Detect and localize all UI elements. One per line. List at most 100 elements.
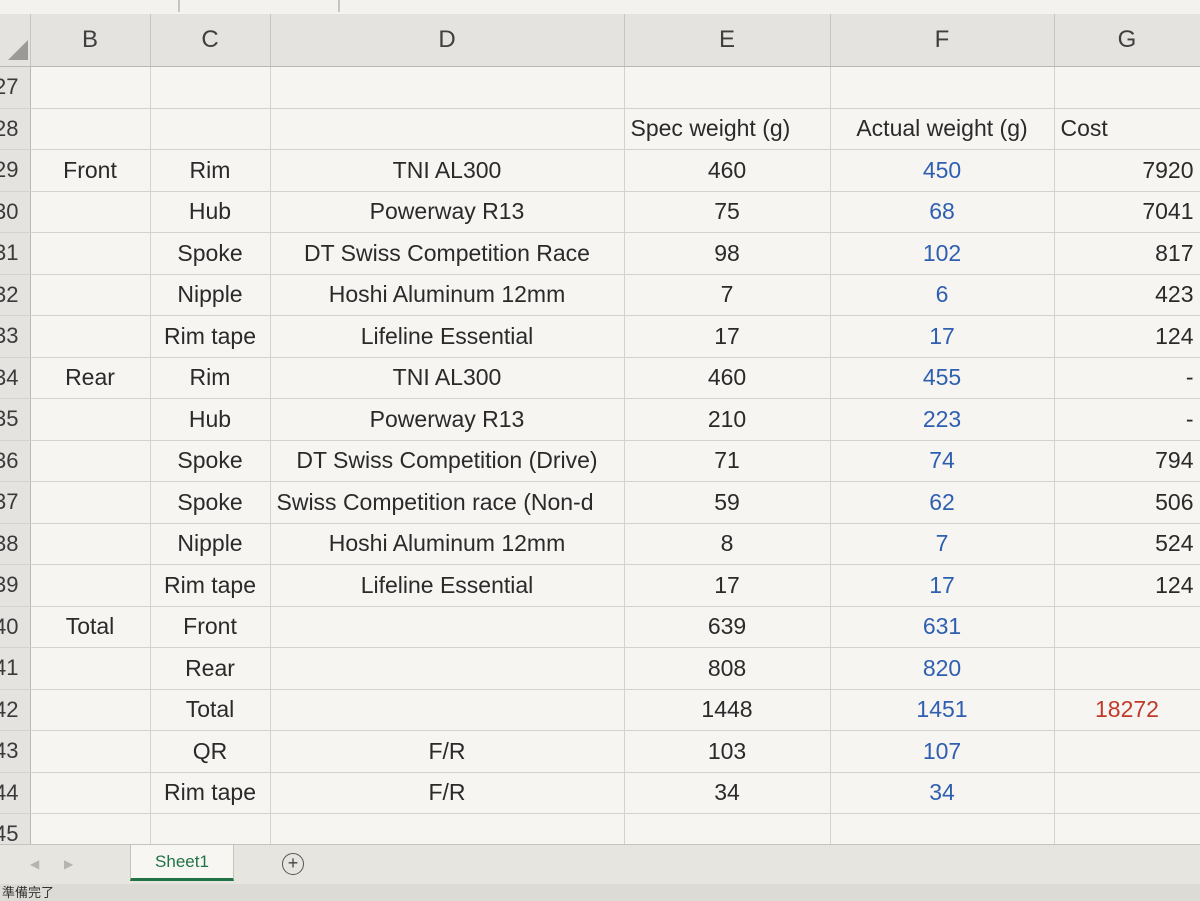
row-header[interactable]: 28 xyxy=(0,108,31,150)
row-header[interactable]: 34 xyxy=(0,357,31,399)
column-header-b[interactable]: B xyxy=(30,14,151,67)
cell-g[interactable] xyxy=(1054,730,1200,773)
cell-e[interactable]: 639 xyxy=(624,606,831,648)
cell-e[interactable]: 808 xyxy=(624,647,831,690)
cell-e[interactable]: 460 xyxy=(624,357,831,399)
row-header[interactable]: 27 xyxy=(0,66,31,109)
cell-b[interactable] xyxy=(30,772,151,814)
row-header[interactable]: 39 xyxy=(0,564,31,607)
cell-c[interactable]: Rim xyxy=(150,357,271,399)
cell-b[interactable] xyxy=(30,689,151,731)
cell-c[interactable]: Rim tape xyxy=(150,315,271,358)
cell-g[interactable]: 7920 xyxy=(1054,149,1200,192)
cell-e[interactable]: 103 xyxy=(624,730,831,773)
cell-f[interactable]: 631 xyxy=(830,606,1055,648)
cell-e[interactable]: 71 xyxy=(624,440,831,482)
cell-g[interactable]: 124 xyxy=(1054,315,1200,358)
cell-g[interactable]: Cost xyxy=(1054,108,1200,150)
cell-d[interactable]: Hoshi Aluminum 12mm xyxy=(270,523,625,565)
cell-d[interactable]: Lifeline Essential xyxy=(270,315,625,358)
next-sheet-icon[interactable]: ▶ xyxy=(64,857,73,871)
sheet-tab-sheet1[interactable]: Sheet1 xyxy=(130,845,234,881)
row-header[interactable]: 36 xyxy=(0,440,31,482)
cell-c[interactable]: Nipple xyxy=(150,274,271,316)
cell-f[interactable]: 223 xyxy=(830,398,1055,441)
cell-f[interactable]: 68 xyxy=(830,191,1055,233)
cell-e[interactable]: 34 xyxy=(624,772,831,814)
cell-f[interactable]: 17 xyxy=(830,564,1055,607)
cell-b[interactable] xyxy=(30,315,151,358)
row-header[interactable]: 29 xyxy=(0,149,31,192)
row-header[interactable]: 38 xyxy=(0,523,31,565)
cell-d[interactable]: Powerway R13 xyxy=(270,191,625,233)
cell-f[interactable]: 17 xyxy=(830,315,1055,358)
cell-f[interactable]: 820 xyxy=(830,647,1055,690)
cell-d[interactable]: TNI AL300 xyxy=(270,149,625,192)
cell-d[interactable] xyxy=(270,108,625,150)
cell-d[interactable]: DT Swiss Competition (Drive) xyxy=(270,440,625,482)
cell-g[interactable]: 817 xyxy=(1054,232,1200,275)
cell-d[interactable] xyxy=(270,647,625,690)
cell-e[interactable]: 460 xyxy=(624,149,831,192)
row-header[interactable]: 37 xyxy=(0,481,31,524)
cell-f[interactable]: 74 xyxy=(830,440,1055,482)
cell-b[interactable] xyxy=(30,440,151,482)
cell-d[interactable]: Powerway R13 xyxy=(270,398,625,441)
cell-f[interactable]: 450 xyxy=(830,149,1055,192)
cell-b[interactable] xyxy=(30,232,151,275)
cell-b[interactable] xyxy=(30,730,151,773)
column-header-d[interactable]: D xyxy=(270,14,625,67)
cell-b[interactable] xyxy=(30,274,151,316)
cell-f[interactable]: 34 xyxy=(830,772,1055,814)
cell-f[interactable]: Actual weight (g) xyxy=(830,108,1055,150)
cell-e[interactable]: 8 xyxy=(624,523,831,565)
cell-f[interactable]: 455 xyxy=(830,357,1055,399)
select-all-corner[interactable] xyxy=(0,14,31,67)
worksheet-grid[interactable]: B C D E F G 2728 Spec weight (g)Actual we… xyxy=(0,14,1200,844)
cell-e[interactable] xyxy=(624,813,831,844)
cell-b[interactable] xyxy=(30,523,151,565)
cell-e[interactable]: 210 xyxy=(624,398,831,441)
cell-g[interactable]: 18272 xyxy=(1054,689,1200,731)
row-header[interactable]: 33 xyxy=(0,315,31,358)
column-header-e[interactable]: E xyxy=(624,14,831,67)
cell-g[interactable] xyxy=(1054,606,1200,648)
cell-e[interactable]: 75 xyxy=(624,191,831,233)
cell-c[interactable]: Rim tape xyxy=(150,772,271,814)
cell-f[interactable]: 107 xyxy=(830,730,1055,773)
column-header-g[interactable]: G xyxy=(1054,14,1200,67)
prev-sheet-icon[interactable]: ◀ xyxy=(30,857,39,871)
cell-b[interactable] xyxy=(30,564,151,607)
cell-d[interactable]: Lifeline Essential xyxy=(270,564,625,607)
cell-f[interactable]: 7 xyxy=(830,523,1055,565)
cell-b[interactable] xyxy=(30,481,151,524)
cell-f[interactable]: 102 xyxy=(830,232,1055,275)
cell-d[interactable] xyxy=(270,606,625,648)
cell-b[interactable] xyxy=(30,66,151,109)
cell-d[interactable]: Hoshi Aluminum 12mm xyxy=(270,274,625,316)
row-header[interactable]: 45 xyxy=(0,813,31,844)
cell-c[interactable] xyxy=(150,813,271,844)
cell-c[interactable]: Total xyxy=(150,689,271,731)
cell-g[interactable]: 506 xyxy=(1054,481,1200,524)
cell-b[interactable]: Rear xyxy=(30,357,151,399)
cell-f[interactable]: 6 xyxy=(830,274,1055,316)
cell-b[interactable]: Total xyxy=(30,606,151,648)
cell-e[interactable]: 7 xyxy=(624,274,831,316)
row-header[interactable]: 41 xyxy=(0,647,31,690)
cell-c[interactable]: Rim xyxy=(150,149,271,192)
cell-g[interactable]: 7041 xyxy=(1054,191,1200,233)
cell-c[interactable]: Rim tape xyxy=(150,564,271,607)
cell-d[interactable] xyxy=(270,813,625,844)
cell-e[interactable]: 1448 xyxy=(624,689,831,731)
row-header[interactable]: 40 xyxy=(0,606,31,648)
cell-e[interactable]: 17 xyxy=(624,315,831,358)
cell-g[interactable]: 794 xyxy=(1054,440,1200,482)
cell-g[interactable]: - xyxy=(1054,357,1200,399)
cell-c[interactable]: Spoke xyxy=(150,232,271,275)
cell-e[interactable]: Spec weight (g) xyxy=(624,108,831,150)
cell-e[interactable]: 17 xyxy=(624,564,831,607)
cell-e[interactable]: 59 xyxy=(624,481,831,524)
row-header[interactable]: 42 xyxy=(0,689,31,731)
cell-d[interactable]: DT Swiss Competition Race xyxy=(270,232,625,275)
